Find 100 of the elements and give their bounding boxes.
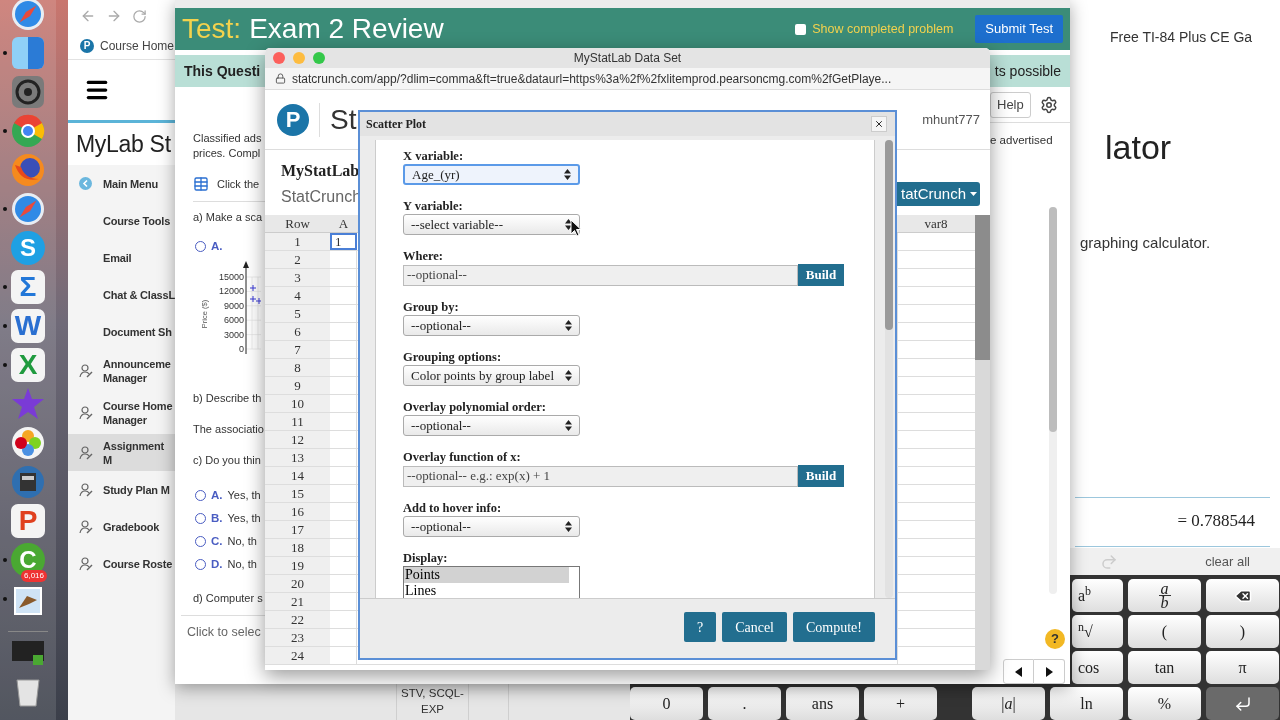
calculator-key[interactable]: 0: [630, 687, 703, 720]
app-glyph[interactable]: P: [11, 503, 45, 538]
url-bar[interactable]: statcrunch.com/app/?dlim=comma&ft=true&dataurl=https%3a%2f%2fxlitemprod.pearsoncmg.com%2fGetPlaye...: [265, 68, 990, 90]
column-header[interactable]: var8: [897, 215, 975, 232]
sidebar-item[interactable]: Study Plan M: [68, 471, 175, 508]
dialog-button[interactable]: Cancel: [722, 612, 787, 642]
dialog-button[interactable]: ?: [683, 612, 717, 642]
calculator-key[interactable]: $^{n}$√: [1072, 615, 1123, 648]
tick-label: 12000: [218, 286, 244, 297]
sidebar-item[interactable]: Chat & ClassL: [68, 276, 175, 313]
app-glyph[interactable]: W: [11, 308, 45, 343]
option-text: No, th: [227, 534, 257, 550]
column-header[interactable]: A: [330, 215, 357, 232]
select-field[interactable]: Age_(yr): [403, 164, 580, 185]
row-number: 6: [265, 323, 330, 340]
checkbox[interactable]: [795, 23, 807, 35]
select-field[interactable]: --optional--: [403, 516, 580, 537]
tick-label: 0: [239, 344, 244, 355]
calculator-key[interactable]: .: [708, 687, 781, 720]
star-icon[interactable]: [11, 386, 45, 421]
redo-icon[interactable]: [1100, 552, 1118, 571]
select-field[interactable]: --optional--: [403, 415, 580, 436]
calculator-key[interactable]: ans: [786, 687, 859, 720]
list-box[interactable]: Points Lines: [403, 566, 580, 598]
calculator-key[interactable]: ): [1206, 615, 1279, 648]
calculator-key[interactable]: a$^{b}$: [1072, 579, 1123, 612]
clear-all-button[interactable]: clear all: [1205, 551, 1250, 572]
sidebar-item[interactable]: Gradebook: [68, 508, 175, 545]
up-down-arrows-icon: [565, 370, 572, 381]
data-link[interactable]: Click the: [217, 176, 260, 192]
calculator-key[interactable]: π: [1206, 651, 1279, 684]
sidebar-item[interactable]: Email: [68, 239, 175, 276]
globe-icon[interactable]: [11, 152, 45, 187]
scrollbar[interactable]: [1049, 207, 1057, 594]
build-button[interactable]: Build: [798, 264, 844, 286]
browser-tab[interactable]: Free TI-84 Plus CE Ga: [1110, 28, 1253, 46]
list-option[interactable]: Points: [404, 567, 569, 583]
previous-button[interactable]: [1003, 659, 1034, 684]
close-button[interactable]: [871, 116, 887, 132]
sidebar-label: Document Sh: [103, 324, 173, 339]
select-field[interactable]: --optional--: [403, 315, 580, 336]
text-field[interactable]: --optional--: [403, 264, 798, 286]
row-number: 4: [265, 287, 330, 304]
sidebar-item[interactable]: Announceme Manager: [68, 350, 175, 392]
table-cell[interactable]: 1: [330, 233, 357, 250]
minimize-light[interactable]: [293, 52, 305, 64]
calculator-key[interactable]: tan: [1128, 651, 1201, 684]
sidebar-item[interactable]: Main Menu: [68, 165, 175, 202]
brand-name: St: [330, 102, 357, 137]
select-field[interactable]: Color points by group label: [403, 365, 580, 386]
text-field[interactable]: --optional-- e.g.: exp(x) + 1: [403, 465, 798, 487]
dialog-button[interactable]: Compute!: [793, 612, 875, 642]
row-number: 15: [265, 485, 330, 502]
scanner-icon[interactable]: [11, 464, 45, 499]
app-glyph[interactable]: Σ: [11, 269, 45, 304]
compass-icon[interactable]: [11, 0, 45, 31]
calculator-key[interactable]: ln: [1050, 687, 1123, 720]
back-icon[interactable]: [80, 8, 96, 24]
gear-icon[interactable]: [11, 74, 45, 109]
question-label: This Questi: [184, 61, 261, 81]
sidebar-item[interactable]: Course Roste: [68, 545, 175, 582]
caret-icon: [970, 192, 978, 196]
statcrunch-menu-button[interactable]: tatCrunch: [897, 182, 980, 206]
calculator-key[interactable]: a b: [1128, 579, 1201, 612]
sidebar-item[interactable]: Course Tools: [68, 202, 175, 239]
calculator-key[interactable]: [1206, 579, 1279, 612]
scrollbar[interactable]: [975, 215, 990, 670]
scrollbar[interactable]: [885, 140, 893, 598]
submit-test-button[interactable]: Submit Test: [975, 15, 1063, 43]
logo: P: [277, 103, 309, 136]
calculator-key[interactable]: cos: [1072, 651, 1123, 684]
column-header[interactable]: Row: [265, 215, 330, 232]
compass-icon[interactable]: [11, 191, 45, 226]
person-pencil-icon: [78, 519, 93, 534]
ring-icon[interactable]: [11, 113, 45, 148]
calculator-key[interactable]: |a|: [972, 687, 1045, 720]
sidebar-label: Course Roste: [103, 556, 174, 571]
calculator-key[interactable]: +: [864, 687, 937, 720]
table-icon[interactable]: [193, 176, 209, 192]
split-square-icon[interactable]: [11, 35, 45, 70]
zoom-light[interactable]: [313, 52, 325, 64]
forward-icon[interactable]: [106, 8, 122, 24]
help-badge[interactable]: ?: [1045, 629, 1065, 649]
list-option[interactable]: Lines: [404, 583, 579, 598]
calculator-key[interactable]: (: [1128, 615, 1201, 648]
select-field[interactable]: --select variable--: [403, 214, 580, 235]
reload-icon[interactable]: [132, 8, 147, 24]
select-hint[interactable]: Click to selec: [187, 624, 265, 641]
person-pencil-icon: [78, 445, 93, 460]
calculator-key[interactable]: %: [1128, 687, 1201, 720]
field-label: Group by:: [403, 300, 460, 314]
petals-icon[interactable]: [11, 425, 45, 460]
close-light[interactable]: [273, 52, 285, 64]
next-button[interactable]: [1034, 659, 1065, 684]
settings-icon[interactable]: [1040, 96, 1058, 114]
sidebar-item[interactable]: Course Home Manager: [68, 392, 175, 434]
build-button[interactable]: Build: [798, 465, 844, 487]
sidebar-item[interactable]: Assignment M: [68, 434, 175, 471]
field-label: Grouping options:: [403, 350, 503, 364]
sidebar-item[interactable]: Document Sh: [68, 313, 175, 350]
